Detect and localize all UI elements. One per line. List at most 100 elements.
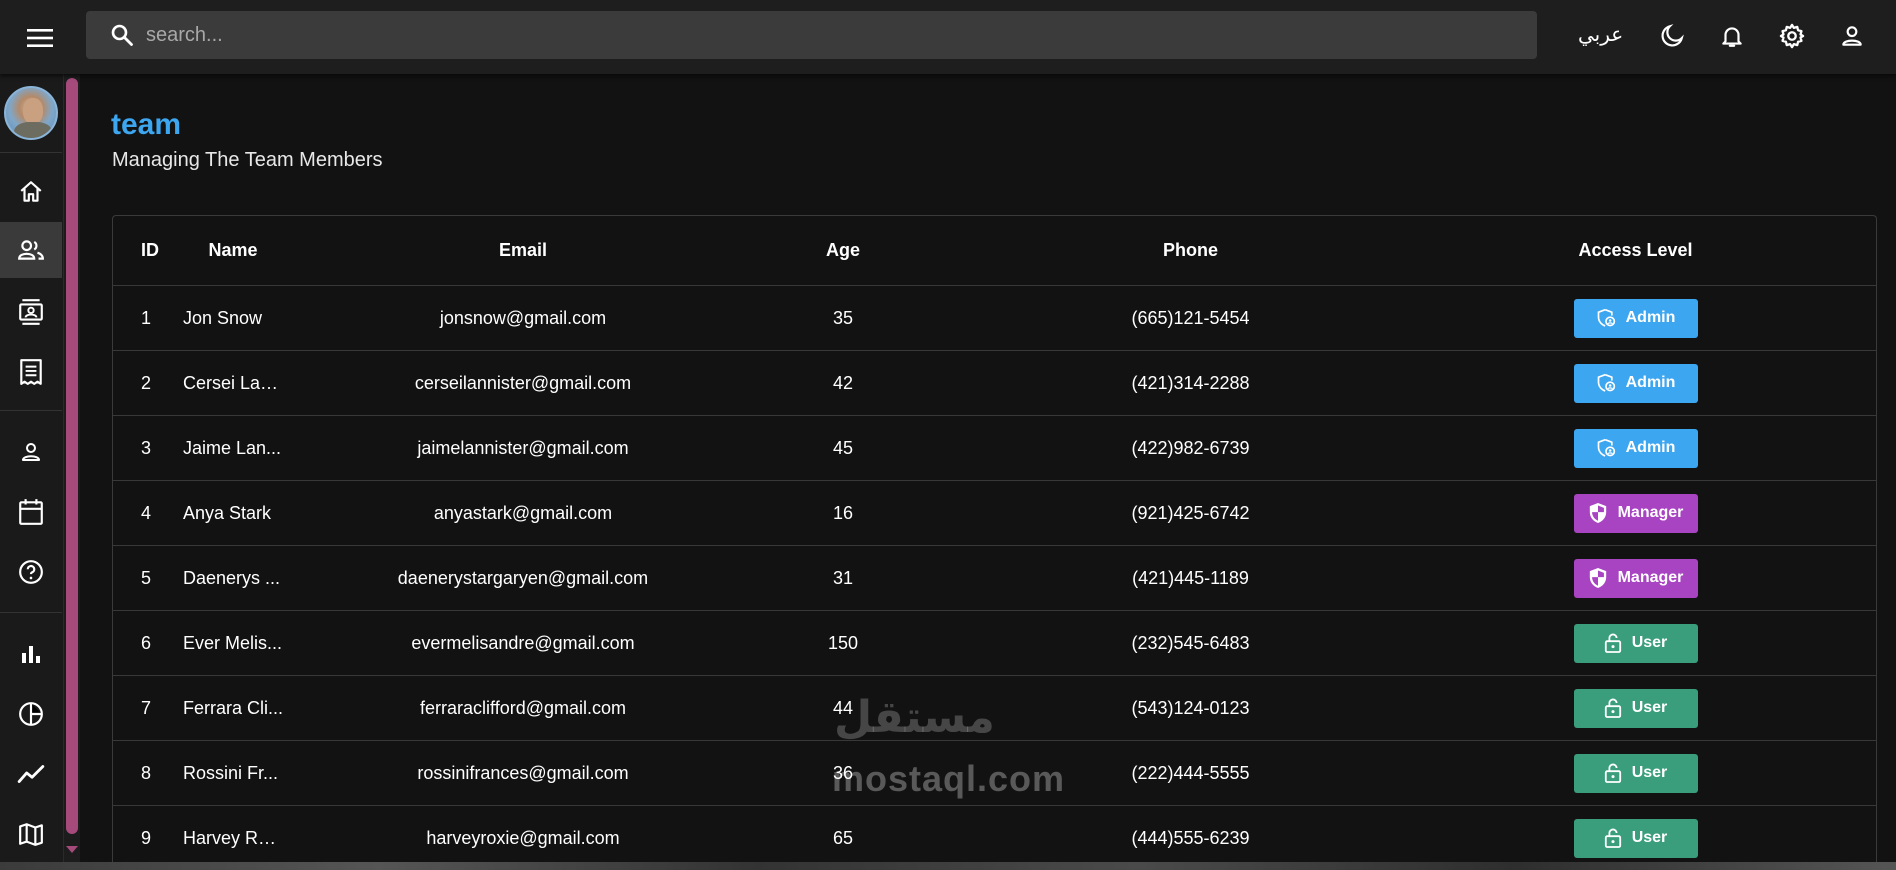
table-row[interactable]: 1 Jon Snow jonsnow@gmail.com 35 (665)121-545… xyxy=(113,286,1876,351)
cell-name: Jon Snow xyxy=(183,286,283,350)
sidebar-item-bar-chart[interactable] xyxy=(0,626,62,682)
pie-chart-icon xyxy=(19,702,43,726)
sidebar-item-help[interactable] xyxy=(0,544,62,600)
notifications-icon[interactable] xyxy=(1714,18,1750,54)
column-header-access-level[interactable]: Access Level xyxy=(1573,216,1698,285)
settings-icon[interactable] xyxy=(1774,18,1810,54)
access-badge-label: User xyxy=(1631,764,1668,781)
sidebar-divider xyxy=(0,152,62,153)
search-input[interactable] xyxy=(146,23,1446,47)
access-badge-label: Manager xyxy=(1617,569,1684,586)
column-header-age[interactable]: Age xyxy=(813,216,873,285)
lock-open-icon xyxy=(1604,827,1622,849)
cell-access-level: Manager xyxy=(1573,546,1698,610)
sidebar-item-map[interactable] xyxy=(0,806,62,862)
column-header-name[interactable]: Name xyxy=(173,216,293,285)
sidebar-item-team[interactable] xyxy=(0,222,62,278)
page-title: team xyxy=(111,108,182,141)
search-icon xyxy=(108,21,136,49)
cell-access-level: Admin xyxy=(1573,351,1698,415)
cell-name-text: Ferrara Cli... xyxy=(183,697,283,718)
cell-phone: (444)555-6239 xyxy=(1131,827,1250,848)
invoices-icon xyxy=(20,359,42,385)
contacts-icon xyxy=(19,299,43,325)
table-row[interactable]: 7 Ferrara Cli... ferraraclifford@gmail.com… xyxy=(113,676,1876,741)
cell-age: 31 xyxy=(832,567,854,588)
sidebar-scrollbar-thumb[interactable] xyxy=(66,78,78,834)
access-badge-admin: Admin xyxy=(1573,363,1698,403)
cell-phone: (232)545-6483 xyxy=(1131,632,1250,653)
sidebar-divider xyxy=(0,410,62,411)
cell-id: 6 xyxy=(141,632,152,653)
cell-name: Ever Melis... xyxy=(183,611,283,675)
access-badge-user: User xyxy=(1573,688,1698,728)
cell-name: Cersei Lan... xyxy=(183,351,283,415)
cell-name-text: Jaime Lan... xyxy=(183,437,282,458)
cell-name-text: Jon Snow xyxy=(183,307,263,328)
sidebar-item-line-chart[interactable] xyxy=(0,746,62,802)
sidebar-item-contacts[interactable] xyxy=(0,284,62,340)
cell-email: ferraraclifford@gmail.com xyxy=(420,697,626,718)
scroll-down-arrow[interactable] xyxy=(66,846,78,853)
lock-open-icon xyxy=(1604,762,1622,784)
cell-id: 7 xyxy=(141,697,152,718)
column-header-id[interactable]: ID xyxy=(141,216,159,285)
access-badge-label: Manager xyxy=(1617,504,1684,521)
bottom-image-strip xyxy=(0,862,1896,870)
table-row[interactable]: 6 Ever Melis... evermelisandre@gmail.com 15… xyxy=(113,611,1876,676)
cell-access-level: User xyxy=(1573,676,1698,740)
cell-access-level: User xyxy=(1573,611,1698,675)
admin-shield-icon xyxy=(1596,438,1616,458)
line-chart-icon xyxy=(17,765,45,783)
cell-name-text: Harvey Ro... xyxy=(183,827,283,848)
cell-age: 35 xyxy=(832,307,854,328)
cell-email: jaimelannister@gmail.com xyxy=(417,437,629,458)
profile-icon xyxy=(22,443,40,461)
avatar[interactable] xyxy=(4,86,58,140)
table-row[interactable]: 9 Harvey Ro... harveyroxie@gmail.com 65 (444… xyxy=(113,806,1876,870)
access-badge-label: Admin xyxy=(1625,374,1676,391)
security-shield-icon xyxy=(1588,567,1608,589)
column-header-phone[interactable]: Phone xyxy=(1113,216,1268,285)
sidebar-item-home[interactable] xyxy=(0,164,62,220)
sidebar-item-calendar[interactable] xyxy=(0,484,62,540)
cell-email: jonsnow@gmail.com xyxy=(439,307,607,328)
access-badge-manager: Manager xyxy=(1573,558,1698,598)
home-icon xyxy=(20,181,42,202)
team-icon xyxy=(18,240,44,260)
cell-name-text: Ever Melis... xyxy=(183,632,283,653)
language-toggle[interactable]: عربي xyxy=(1578,22,1623,46)
dark-mode-icon[interactable] xyxy=(1654,18,1690,54)
table-row[interactable]: 5 Daenerys ... daenerystargaryen@gmail.com… xyxy=(113,546,1876,611)
menu-icon[interactable] xyxy=(22,20,58,56)
sidebar-item-invoices[interactable] xyxy=(0,344,62,400)
watermark-arabic: مستقل xyxy=(834,692,995,743)
watermark-text: mostaql.com xyxy=(832,758,1066,799)
account-icon[interactable] xyxy=(1834,18,1870,54)
access-badge-label: Admin xyxy=(1625,439,1676,456)
help-icon xyxy=(19,560,43,584)
cell-access-level: User xyxy=(1573,806,1698,870)
cell-email: rossinifrances@gmail.com xyxy=(417,762,629,783)
cell-id: 4 xyxy=(141,502,152,523)
table-header-row: ID Name Email Age Phone Access Level xyxy=(113,216,1876,286)
sidebar-item-pie-chart[interactable] xyxy=(0,686,62,742)
column-header-email[interactable]: Email xyxy=(373,216,673,285)
cell-email: cerseilannister@gmail.com xyxy=(414,372,632,393)
lock-open-icon xyxy=(1604,632,1622,654)
cell-age: 16 xyxy=(832,502,854,523)
cell-name-text: Rossini Fr... xyxy=(183,762,279,783)
cell-email: daenerystargaryen@gmail.com xyxy=(397,567,649,588)
cell-age: 45 xyxy=(832,437,854,458)
lock-open-icon xyxy=(1604,697,1622,719)
security-shield-icon xyxy=(1588,502,1608,524)
cell-phone: (422)982-6739 xyxy=(1131,437,1250,458)
cell-access-level: Admin xyxy=(1573,416,1698,480)
table-row[interactable]: 2 Cersei Lan... cerseilannister@gmail.com 4… xyxy=(113,351,1876,416)
table-row[interactable]: 3 Jaime Lan... jaimelannister@gmail.com 45 (… xyxy=(113,416,1876,481)
cell-phone: (222)444-5555 xyxy=(1131,762,1250,783)
table-row[interactable]: 4 Anya Stark anyastark@gmail.com 16 (921)425… xyxy=(113,481,1876,546)
sidebar-item-profile[interactable] xyxy=(0,424,62,480)
access-badge-user: User xyxy=(1573,753,1698,793)
cell-id: 5 xyxy=(141,567,152,588)
